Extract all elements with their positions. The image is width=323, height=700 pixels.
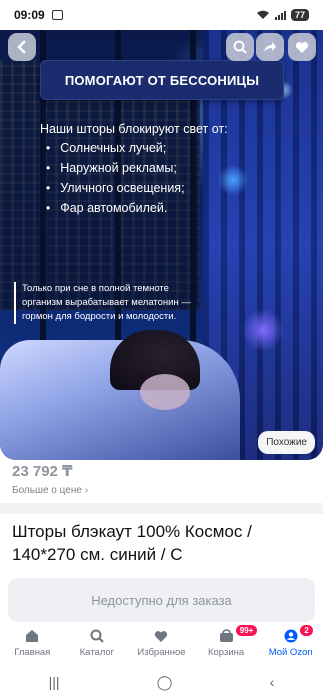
list-item: Солнечных лучей; <box>46 138 185 158</box>
nav-my-ozon[interactable]: Мой Ozon 2 <box>258 622 323 664</box>
heart-icon <box>295 41 309 53</box>
list-item: Фар автомобилей. <box>46 198 185 218</box>
status-time: 09:09 <box>14 8 45 22</box>
list-item: Уличного освещения; <box>46 178 184 198</box>
home-circle-icon[interactable]: ◯ <box>157 674 173 691</box>
hero-subtitle: Наши шторы блокируют свет от: <box>40 122 228 136</box>
cart-badge: 99+ <box>235 625 258 636</box>
chevron-left-icon <box>17 40 26 54</box>
nav-catalog[interactable]: Каталог <box>65 622 130 664</box>
product-title: Шторы блэкаут 100% Космос / 140*270 см. … <box>12 522 252 564</box>
hero-list: Солнечных лучей; Наружной рекламы; Уличн… <box>46 138 185 218</box>
profile-icon <box>283 628 299 644</box>
nav-favorites[interactable]: Избранное <box>129 622 194 664</box>
wifi-icon <box>256 10 269 19</box>
more-price-link[interactable]: Больше о цене › <box>12 485 88 496</box>
nav-cart[interactable]: Корзина 99+ <box>194 622 259 664</box>
search-button[interactable] <box>226 33 254 61</box>
hero-note: Только при сне в полной темноте организм… <box>14 282 204 324</box>
section-divider <box>0 503 323 514</box>
nav-home[interactable]: Главная <box>0 622 65 664</box>
search-icon <box>89 628 105 644</box>
list-item: Наружной рекламы; <box>46 158 185 178</box>
share-icon <box>264 42 276 52</box>
similar-button[interactable]: Похожие <box>258 431 315 454</box>
product-image[interactable]: ПОМОГАЮТ ОТ БЕССОНИЦЫ Наши шторы блокиру… <box>0 30 323 460</box>
status-bar: 09:09 77 <box>0 0 323 30</box>
screenshot-icon <box>51 10 63 20</box>
status-icons: 77 <box>256 9 309 21</box>
back-arrow-icon[interactable]: ‹ <box>270 674 275 690</box>
battery-icon: 77 <box>290 9 309 21</box>
unavailable-button[interactable]: Недоступно для заказа <box>8 578 315 622</box>
bottom-nav: Главная Каталог Избранное Корзина 99+ Мо… <box>0 622 323 664</box>
favorite-button[interactable] <box>288 33 316 61</box>
profile-badge: 2 <box>300 625 313 636</box>
home-icon <box>24 628 40 644</box>
share-button[interactable] <box>256 33 284 61</box>
heart-icon <box>153 628 169 644</box>
search-icon <box>233 40 247 54</box>
back-button[interactable] <box>8 33 36 61</box>
chevron-right-icon: › <box>84 485 89 496</box>
product-price: 23 792 ₸ <box>12 463 73 480</box>
recent-apps-icon[interactable]: ||| <box>49 674 60 690</box>
system-nav-bar: ||| ◯ ‹ <box>0 664 323 700</box>
signal-icon <box>274 10 286 20</box>
hero-title: ПОМОГАЮТ ОТ БЕССОНИЦЫ <box>40 60 284 100</box>
cart-icon <box>218 628 234 644</box>
